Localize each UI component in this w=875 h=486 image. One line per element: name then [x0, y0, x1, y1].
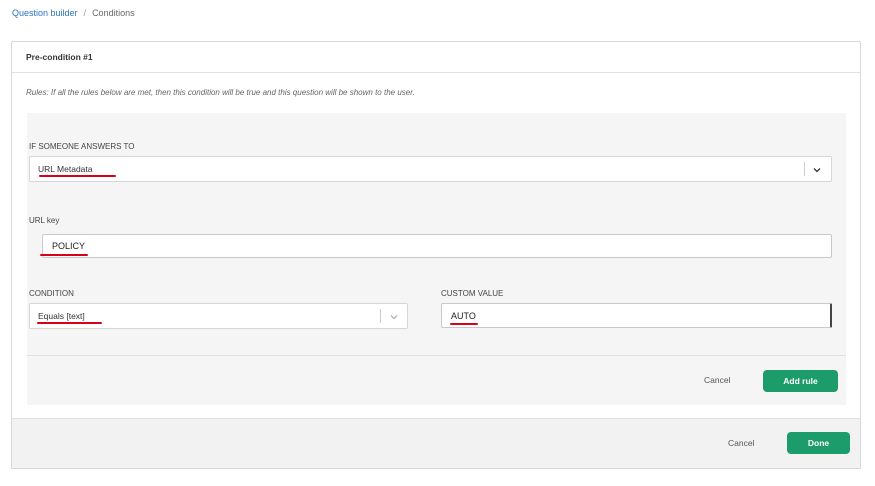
answer-source-label: IF SOMEONE ANSWERS TO — [29, 142, 135, 151]
annotation-underline — [39, 175, 116, 177]
answer-source-select[interactable]: URL Metadata — [29, 156, 832, 182]
breadcrumb-separator: / — [83, 8, 87, 18]
select-divider — [380, 309, 381, 323]
select-divider — [804, 162, 805, 176]
chevron-down-icon[interactable] — [812, 165, 822, 175]
annotation-underline — [37, 322, 102, 324]
breadcrumb-current: Conditions — [92, 8, 135, 18]
custom-value-label: CUSTOM VALUE — [441, 289, 504, 298]
panel-title: Pre-condition #1 — [12, 42, 860, 73]
url-key-label: URL key — [29, 216, 60, 225]
condition-value: Equals [text] — [38, 311, 85, 321]
rules-description: Rules: If all the rules below are met, t… — [26, 88, 415, 97]
annotation-underline — [40, 254, 88, 256]
annotation-underline — [450, 323, 478, 325]
rule-editor: IF SOMEONE ANSWERS TO URL Metadata URL k… — [27, 113, 846, 405]
breadcrumb-question-builder-link[interactable]: Question builder — [12, 8, 78, 18]
custom-value-input[interactable]: AUTO — [441, 303, 832, 328]
rule-divider — [27, 355, 846, 356]
add-rule-button[interactable]: Add rule — [763, 370, 838, 392]
done-button[interactable]: Done — [787, 432, 850, 454]
precondition-panel: Pre-condition #1 Rules: If all the rules… — [11, 41, 861, 469]
cancel-button[interactable]: Cancel — [728, 438, 754, 448]
rule-cancel-button[interactable]: Cancel — [704, 375, 730, 385]
answer-source-value: URL Metadata — [38, 164, 93, 174]
panel-footer: Cancel Done — [12, 418, 860, 468]
breadcrumb: Question builder / Conditions — [12, 8, 135, 18]
url-key-input[interactable]: POLICY — [42, 234, 832, 258]
condition-select[interactable]: Equals [text] — [29, 303, 408, 329]
condition-label: CONDITION — [29, 289, 74, 298]
chevron-down-icon[interactable] — [389, 312, 399, 322]
